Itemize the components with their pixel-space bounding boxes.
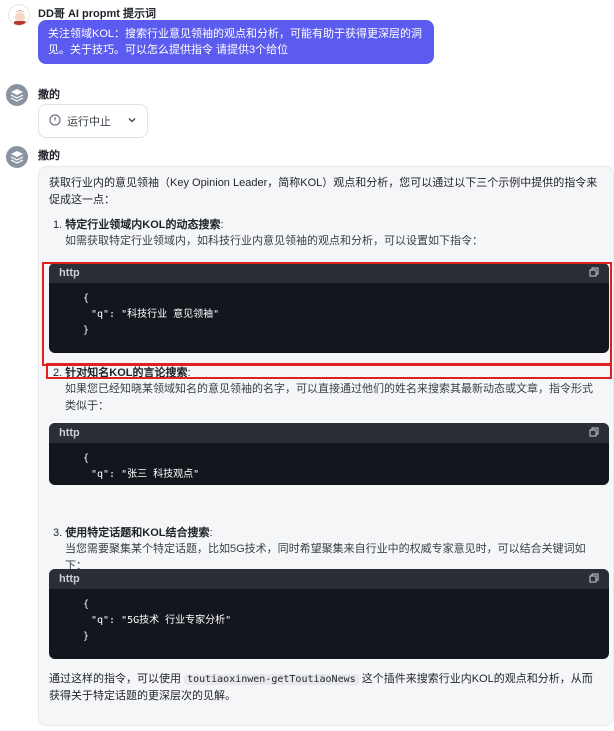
- code-content: { "q": "5G技术 行业专家分析" }: [83, 599, 232, 642]
- bot-avatar: [6, 84, 28, 106]
- code-content: { "q": "张三 科技观点" }: [83, 453, 200, 480]
- list-item-title: 1. 特定行业领域内KOL的动态搜索:: [53, 219, 224, 231]
- highlight-box: [42, 262, 612, 366]
- layers-icon: [10, 89, 24, 102]
- plugin-name: toutiaoxinwen-getToutiaoNews: [184, 674, 359, 685]
- code-header: http: [49, 423, 609, 443]
- chevron-down-icon: [127, 115, 137, 128]
- clock-icon: [49, 113, 61, 129]
- highlight-box: [46, 363, 612, 379]
- list-item-desc: 如果您已经知晓某领域知名的意见领袖的名字，可以直接通过他们的姓名来搜索其最新动态…: [65, 383, 593, 412]
- copy-icon[interactable]: [589, 573, 599, 586]
- code-block: http { "q": "张三 科技观点" }: [49, 423, 609, 485]
- bot-name: 撒的: [38, 89, 60, 101]
- bot-answer-card: 获取行业内的意见领袖（Key Opinion Leader，简称KOL）观点和分…: [38, 166, 614, 726]
- answer-outro: 通过这样的指令，可以使用 toutiaoxinwen-getToutiaoNew…: [49, 673, 593, 702]
- user-name: DD哥 AI propmt 提示词: [38, 8, 156, 20]
- code-block: http { "q": "5G技术 行业专家分析" }: [49, 569, 609, 659]
- user-avatar: [8, 4, 30, 26]
- copy-icon[interactable]: [589, 427, 599, 440]
- list-item-desc: 如需获取特定行业领域内，如科技行业内意见领袖的观点和分析，可以设置如下指令：: [65, 235, 483, 247]
- list-item-title: 3. 使用特定话题和KOL结合搜索:: [53, 527, 213, 539]
- bot-avatar: [6, 146, 28, 168]
- run-status-label: 运行中止: [67, 116, 111, 128]
- code-header: http: [49, 569, 609, 589]
- bot-name: 撒的: [38, 150, 60, 162]
- code-lang: http: [59, 427, 80, 439]
- layers-icon: [10, 151, 24, 164]
- run-status-dropdown[interactable]: 运行中止: [38, 104, 148, 138]
- user-message-bubble: 关注领域KOL：搜索行业意见领袖的观点和分析，可能有助于获得更深层的洞见。关于技…: [38, 20, 434, 64]
- code-lang: http: [59, 573, 80, 585]
- answer-intro: 获取行业内的意见领袖（Key Opinion Leader，简称KOL）观点和分…: [49, 177, 598, 206]
